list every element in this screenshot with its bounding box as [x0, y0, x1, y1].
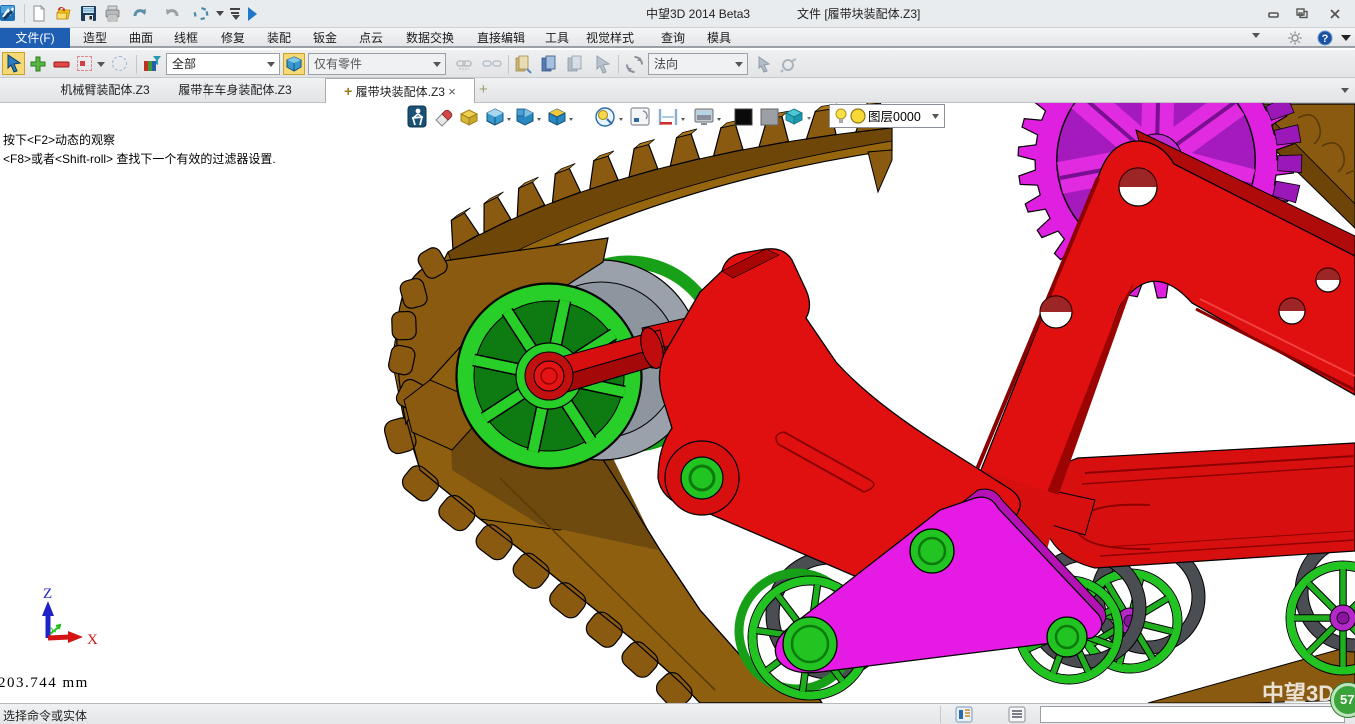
svg-text:图层0000: 图层0000	[868, 110, 921, 124]
svg-text:中望3D: 中望3D	[1262, 681, 1334, 703]
svg-text:Z: Z	[43, 586, 52, 602]
svg-text:?: ?	[1322, 33, 1329, 45]
svg-text:X: X	[87, 632, 98, 648]
